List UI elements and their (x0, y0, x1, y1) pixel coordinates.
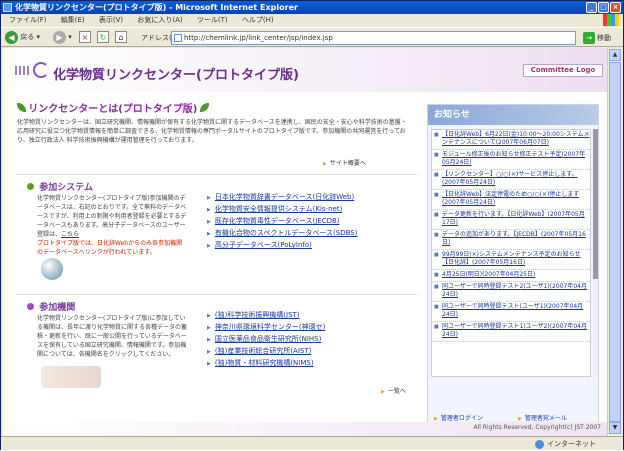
window-title: 化学物質リンクセンター(プロトタイプ版) - Microsoft Interne… (15, 3, 298, 12)
back-button[interactable]: ◀ 戻る ▾ (5, 30, 40, 45)
divider (17, 174, 417, 175)
news-list[interactable]: 【日化辞Web】6月22日(金)10:00〜20:00システムメンテナンスについ… (431, 129, 591, 377)
footer: All Rights Reserved, Copyright(c) JST 20… (3, 422, 607, 436)
news-scroll-thumb[interactable] (593, 129, 598, 279)
refresh-button[interactable]: ↻ (97, 30, 109, 45)
org-link-jst[interactable]: (独)科学技術振興機構(JST) (207, 310, 417, 322)
news-item[interactable]: 4月25日(明日)(2007年04月25日) (432, 270, 590, 282)
logo-bars-icon (15, 66, 31, 77)
ie-icon (3, 3, 12, 12)
system-link-jecdb[interactable]: 既存化学物質毒性データベース(JECDB) (207, 216, 417, 228)
news-item[interactable]: 同ユーザーで同時登録テスト1(ユーザ2)(2007年04月24日) (432, 322, 590, 342)
orgs-links: (独)科学技術振興機構(JST) 神奈川県環境科学センター(神環セ) 国立医薬品… (207, 310, 417, 370)
site-title: 化学物質リンクセンター(プロトタイプ版) (53, 68, 299, 83)
windows-logo-icon (603, 14, 619, 26)
back-arrow-icon: ◀ (5, 30, 18, 44)
leaf-icon (199, 103, 209, 112)
system-link-sdbs[interactable]: 有機化合物のスペクトルデータベース(SDBS) (207, 228, 417, 240)
menu-view[interactable]: 表示(V) (99, 16, 123, 24)
about-section: リンクセンターとは(プロトタイプ版) 化学物質リンクセンターは、国立研究機関、情… (17, 100, 417, 145)
org-link-nihs[interactable]: 国立医薬品食品衛生研究所(NIHS) (207, 334, 417, 346)
browser-window: 化学物質リンクセンター(プロトタイプ版) - Microsoft Interne… (0, 0, 624, 450)
admin-mail-link[interactable]: 管理者宛メール (518, 413, 567, 422)
news-panel: お知らせ 【日化辞Web】6月22日(金)10:00〜20:00システムメンテナ… (427, 104, 599, 424)
maximize-icon[interactable]: □ (598, 2, 609, 13)
menu-file[interactable]: ファイル(F) (9, 16, 47, 24)
green-dot-icon (27, 183, 34, 190)
admin-login-link[interactable]: 管理者ログイン (434, 413, 483, 422)
orgs-description: 化学物質リンクセンター(プロトタイプ版)に参加している機関は、長年に渡り化学物質… (37, 315, 188, 358)
stop-icon: × (79, 31, 91, 43)
menu-help[interactable]: ヘルプ(H) (242, 16, 274, 24)
page-content: 化学物質リンクセンター(プロトタイプ版) Committee Logo リンクセ… (3, 48, 607, 436)
orgs-heading: 参加機関 (27, 300, 75, 313)
scroll-up-icon[interactable]: ▲ (609, 49, 621, 61)
scroll-thumb[interactable] (609, 62, 621, 422)
refresh-icon: ↻ (97, 31, 109, 43)
site-overview-link[interactable]: サイト概要へ (323, 158, 366, 167)
menu-bar: ファイル(F) 編集(E) 表示(V) お気に入り(A) ツール(T) ヘルプ(… (1, 14, 623, 27)
logo-swirl-icon (33, 62, 49, 78)
window-controls: _ □ × (586, 2, 621, 13)
news-title: お知らせ (428, 105, 598, 125)
copyright-text: All Rights Reserved, Copyright(c) JST 20… (473, 424, 601, 431)
org-link-aist[interactable]: (独)産業技術総合研究所(AIST) (207, 346, 417, 358)
about-text: 化学物質リンクセンターは、国立研究機関、情報機関が保有する化学物質に関するデータ… (17, 119, 407, 144)
purple-dot-icon (27, 303, 34, 310)
address-input[interactable]: http://chemlink.jp/link_center/jsp/index… (171, 31, 576, 45)
news-item[interactable]: 【リンクセンター】○/○(×)サービス停止します。(2007年05月24日) (432, 170, 590, 190)
forward-button[interactable]: ▶ ▾ (53, 30, 72, 45)
news-scrollbar[interactable] (593, 129, 598, 377)
forward-arrow-icon: ▶ (53, 30, 66, 44)
system-link-polyinfo[interactable]: 高分子データベース(PoLyInfo) (207, 240, 417, 252)
news-item[interactable]: 【日化辞Web】法定停電のため○/○(×)停止します(2007年05月24日) (432, 190, 590, 210)
title-bar: 化学物質リンクセンター(プロトタイプ版) - Microsoft Interne… (1, 1, 623, 14)
menu-favorites[interactable]: お気に入り(A) (137, 16, 182, 24)
go-arrow-icon: → (583, 32, 595, 44)
status-bar: インターネット (1, 436, 623, 450)
globe-icon (41, 258, 63, 280)
about-title: リンクセンターとは(プロトタイプ版) (28, 104, 198, 115)
divider (17, 294, 417, 295)
org-link-nims[interactable]: (独)物質・材料研究機構(NIMS) (207, 358, 417, 370)
news-item[interactable]: データの追加があります。【JECDB】(2007年05月16日) (432, 230, 590, 250)
registration-link[interactable]: こちら (61, 231, 79, 238)
system-link-kisnet[interactable]: 化学物質安全情報提供システム(Kis-net) (207, 204, 417, 216)
leaf-icon (17, 103, 26, 112)
news-item[interactable]: 99月99日(×)システムメンテナンス予定のお知らせ【日化辞】(2007年05月… (432, 250, 590, 270)
news-item[interactable]: 同ユーザーで同時登録テスト2(ユーザ1)(2007年04月24日) (432, 282, 590, 302)
prototype-note: プロトタイプ版では、日化辞Webからのみ各参加機関のデータベースへリンクが行われ… (37, 240, 183, 256)
committee-logo[interactable]: Committee Logo (523, 64, 603, 77)
site-header: 化学物質リンクセンター(プロトタイプ版) Committee Logo (3, 48, 607, 92)
orgs-list-link[interactable]: 一覧へ (381, 386, 406, 395)
scroll-down-icon[interactable]: ▼ (609, 422, 621, 434)
news-item[interactable]: データ更新を行います。【日化辞Web】(2007年05月17日) (432, 210, 590, 230)
systems-links: 日本化学物質辞書データベース(日化辞Web) 化学物質安全情報提供システム(Ki… (207, 192, 417, 252)
systems-description: 化学物質リンクセンター(プロトタイプ版)参加機関のデータベースは、右記のとおりで… (37, 195, 187, 256)
stop-button[interactable]: × (79, 30, 91, 45)
page-scrollbar[interactable]: ▲ ▼ (607, 48, 621, 436)
news-item[interactable]: 同ユーザーで同時登録テスト(ユーザ1)(2007年04月24日) (432, 302, 590, 322)
news-item[interactable]: 【日化辞Web】6月22日(金)10:00〜20:00システムメンテナンスについ… (432, 130, 590, 150)
menu-edit[interactable]: 編集(E) (61, 16, 85, 24)
go-button[interactable]: → 移動 (583, 31, 611, 45)
security-zone: インターネット (535, 437, 596, 451)
org-link-kanagawa[interactable]: 神奈川県環境科学センター(神環セ) (207, 322, 417, 334)
globe-zone-icon (535, 440, 544, 449)
close-icon[interactable]: × (610, 2, 621, 13)
systems-heading: 参加システム (27, 180, 93, 193)
decorative-image (41, 366, 101, 388)
news-item[interactable]: モジュール修正後のお知らせ修正テスト予定(2007年05月24日) (432, 150, 590, 170)
minimize-icon[interactable]: _ (586, 2, 597, 13)
home-button[interactable]: ⌂ (115, 30, 127, 45)
toolbar: ◀ 戻る ▾ ▶ ▾ × ↻ ⌂ アドレス(D) http://chemlink… (1, 27, 623, 47)
page-icon (174, 34, 182, 42)
menu-tools[interactable]: ツール(T) (197, 16, 228, 24)
system-link-nikkaji[interactable]: 日本化学物質辞書データベース(日化辞Web) (207, 192, 417, 204)
home-icon: ⌂ (115, 31, 127, 43)
